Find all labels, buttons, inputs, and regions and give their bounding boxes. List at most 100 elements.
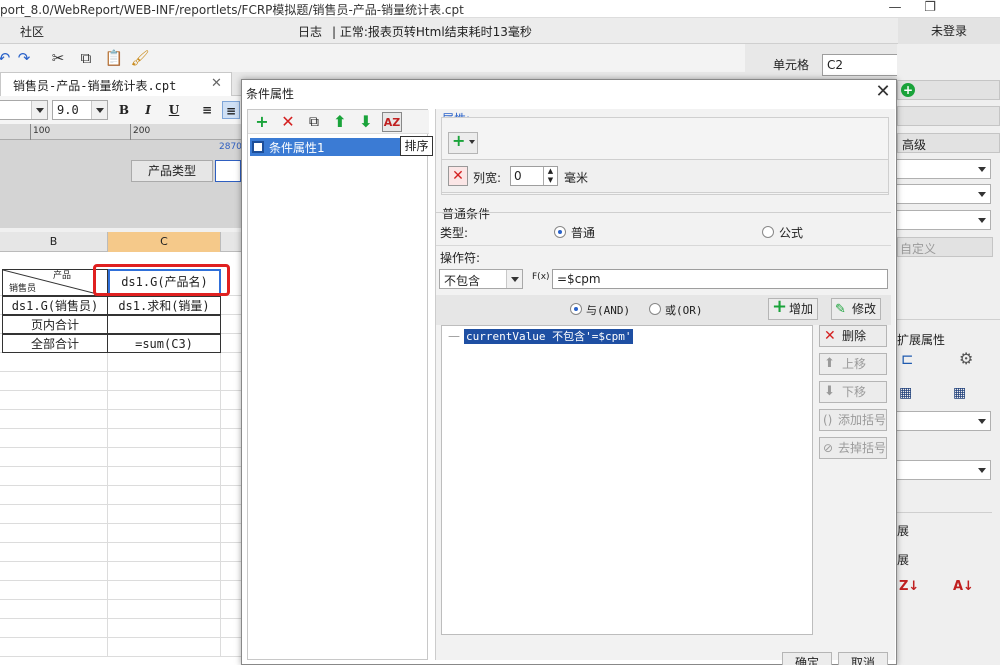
empty-cell[interactable]: [108, 486, 221, 505]
empty-cell[interactable]: [0, 619, 108, 638]
condition-tree-item[interactable]: 条件属性1: [250, 138, 405, 156]
add-icon[interactable]: +: [252, 112, 272, 132]
close-tab-icon[interactable]: ✕: [211, 76, 222, 91]
align-center-icon[interactable]: ≡: [222, 101, 240, 119]
side-select-3[interactable]: [895, 210, 991, 230]
login-button[interactable]: 未登录: [898, 18, 1000, 44]
paste-icon[interactable]: 📋: [104, 48, 124, 68]
side-panel-tab[interactable]: [897, 106, 1000, 126]
format-painter-icon[interactable]: 🖌: [130, 48, 150, 68]
empty-cell[interactable]: [108, 372, 221, 391]
side-select-4[interactable]: [895, 411, 991, 431]
formula-input[interactable]: =$cpm: [552, 269, 888, 289]
font-family-select[interactable]: [0, 100, 48, 120]
empty-cell[interactable]: [0, 600, 108, 619]
chevron-down-icon[interactable]: [31, 101, 47, 119]
cell-c5[interactable]: =sum(C3): [107, 334, 221, 353]
side-select-1[interactable]: [895, 159, 991, 179]
side-select-5[interactable]: [895, 460, 991, 480]
empty-cell[interactable]: [108, 505, 221, 524]
empty-cell[interactable]: [108, 619, 221, 638]
empty-cell[interactable]: [108, 543, 221, 562]
chevron-down-icon[interactable]: [974, 185, 990, 203]
empty-cell[interactable]: [0, 638, 108, 657]
redo-icon[interactable]: ↷: [14, 48, 34, 68]
cell-c4[interactable]: [107, 315, 221, 334]
delete-condition-button[interactable]: ✕ 删除: [819, 325, 887, 347]
empty-cell[interactable]: [0, 429, 108, 448]
column-width-spinner[interactable]: 0 ▲ ▼: [510, 166, 558, 186]
undo-icon[interactable]: ↶: [0, 48, 14, 68]
grid-icon[interactable]: ▦: [899, 385, 912, 401]
cell-b5[interactable]: 全部合计: [2, 334, 108, 353]
copy-icon[interactable]: ⧉: [304, 112, 324, 132]
spinner-up-icon[interactable]: ▲: [543, 167, 557, 176]
column-header-c[interactable]: C: [108, 232, 221, 252]
empty-cell[interactable]: [0, 448, 108, 467]
grid-icon[interactable]: ▦: [953, 385, 966, 401]
chevron-down-icon[interactable]: [506, 270, 522, 288]
gear-icon[interactable]: ⚙: [959, 349, 973, 368]
empty-cell[interactable]: [0, 505, 108, 524]
empty-cell[interactable]: [108, 524, 221, 543]
empty-cell[interactable]: [0, 524, 108, 543]
spinner-down-icon[interactable]: ▼: [543, 176, 557, 185]
move-down-button[interactable]: ⬇ 下移: [819, 381, 887, 403]
condition-expression-item[interactable]: currentValue 不包含'=$cpm': [464, 329, 634, 344]
empty-cell[interactable]: [108, 353, 221, 372]
chevron-down-icon[interactable]: [974, 412, 990, 430]
ok-button[interactable]: 确定: [782, 652, 832, 665]
sort-icon[interactable]: AZ: [382, 112, 402, 132]
empty-cell[interactable]: [0, 562, 108, 581]
move-down-icon[interactable]: ⬇: [356, 112, 376, 132]
cell-c3[interactable]: ds1.求和(销量): [107, 296, 221, 315]
cancel-button[interactable]: 取消: [838, 652, 888, 665]
chevron-down-icon[interactable]: [974, 461, 990, 479]
restore-button[interactable]: ❐: [915, 0, 945, 18]
italic-button[interactable]: I: [139, 101, 157, 119]
chevron-down-icon[interactable]: [91, 101, 107, 119]
empty-cell[interactable]: [0, 486, 108, 505]
empty-cell[interactable]: [0, 543, 108, 562]
or-radio[interactable]: [649, 303, 661, 315]
empty-cell[interactable]: [108, 562, 221, 581]
empty-cell[interactable]: [0, 353, 108, 372]
remove-attribute-icon[interactable]: ✕: [448, 166, 468, 186]
empty-cell[interactable]: [108, 467, 221, 486]
advanced-tab[interactable]: 高级: [897, 133, 1000, 153]
empty-cell[interactable]: [108, 600, 221, 619]
and-radio[interactable]: [570, 303, 582, 315]
cell-b3[interactable]: ds1.G(销售员): [2, 296, 108, 315]
underline-button[interactable]: U: [165, 101, 183, 119]
copy-icon[interactable]: ⧉: [76, 48, 96, 68]
param-input-widget[interactable]: [215, 160, 241, 182]
chevron-down-icon[interactable]: [974, 211, 990, 229]
delete-icon[interactable]: ✕: [278, 112, 298, 132]
type-formula-radio[interactable]: [762, 226, 774, 238]
add-property-button[interactable]: +: [897, 80, 1000, 100]
file-tab[interactable]: 销售员-产品-销量统计表.cpt ✕: [0, 72, 232, 96]
empty-cell[interactable]: [0, 467, 108, 486]
empty-cell[interactable]: [108, 391, 221, 410]
chevron-down-icon[interactable]: [974, 160, 990, 178]
minimize-button[interactable]: —: [880, 0, 910, 18]
empty-cell[interactable]: [108, 448, 221, 467]
empty-cell[interactable]: [108, 638, 221, 657]
modify-condition-button[interactable]: ✎ 修改: [831, 298, 881, 320]
move-up-button[interactable]: ⬆ 上移: [819, 353, 887, 375]
empty-cell[interactable]: [0, 581, 108, 600]
add-attribute-button[interactable]: +: [448, 131, 478, 154]
cell-b4[interactable]: 页内合计: [2, 315, 108, 334]
type-normal-radio[interactable]: [554, 226, 566, 238]
empty-cell[interactable]: [0, 391, 108, 410]
sort-asc-icon[interactable]: A↓: [953, 579, 974, 594]
dialog-close-icon[interactable]: ✕: [872, 81, 894, 102]
custom-button[interactable]: 自定义: [897, 237, 993, 257]
operator-select[interactable]: 不包含: [439, 269, 523, 289]
param-label-product-type[interactable]: 产品类型: [131, 160, 213, 182]
add-bracket-button[interactable]: () 添加括号: [819, 409, 887, 431]
bold-button[interactable]: B: [115, 101, 133, 119]
menu-item-log[interactable]: 日志: [298, 23, 322, 40]
cut-icon[interactable]: ✂: [48, 48, 68, 68]
remove-bracket-button[interactable]: ⊘ 去掉括号: [819, 437, 887, 459]
